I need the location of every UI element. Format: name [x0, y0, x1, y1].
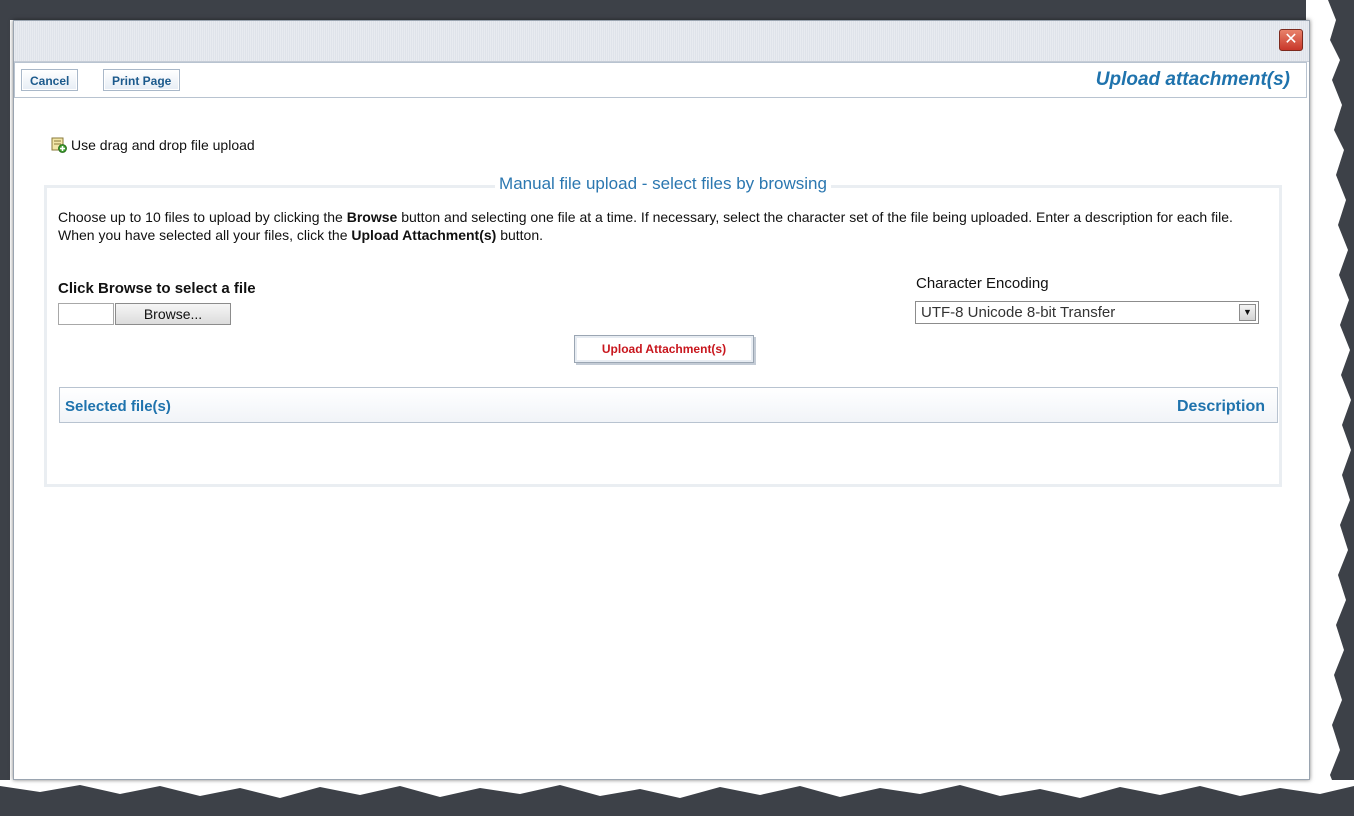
torn-edge-right	[1306, 0, 1354, 816]
background-top-strip	[0, 0, 1354, 20]
instructions-bold-browse: Browse	[346, 209, 398, 225]
dialog-titlebar: ✕	[14, 21, 1309, 62]
upload-instructions: Choose up to 10 files to upload by click…	[58, 208, 1268, 244]
character-encoding-value: UTF-8 Unicode 8-bit Transfer	[921, 304, 1116, 321]
upload-dialog: ✕ Cancel Print Page Upload attachment(s)…	[13, 20, 1310, 780]
drag-and-drop-label: Use drag and drop file upload	[71, 137, 255, 153]
selected-files-table-header: Selected file(s) Description	[59, 387, 1278, 423]
dropdown-arrow-icon[interactable]: ▼	[1239, 304, 1256, 321]
torn-edge-bottom	[0, 780, 1354, 816]
legend-text: Manual file upload - select files by bro…	[495, 174, 831, 193]
cancel-button[interactable]: Cancel	[21, 69, 79, 91]
dialog-title: Upload attachment(s)	[1095, 69, 1290, 90]
manual-upload-fieldset: Manual file upload - select files by bro…	[44, 174, 1282, 487]
character-encoding-label: Character Encoding	[916, 275, 1049, 292]
browse-label-prefix: Click	[58, 280, 99, 297]
background-left-strip	[0, 0, 10, 816]
print-page-button[interactable]: Print Page	[103, 69, 181, 91]
column-description: Description	[1176, 398, 1265, 415]
upload-attachments-button[interactable]: Upload Attachment(s)	[574, 335, 754, 363]
instructions-part-1: Choose up to 10 files to upload by click…	[58, 209, 347, 225]
drag-and-drop-link[interactable]: Use drag and drop file upload	[51, 137, 255, 157]
dialog-toolbar: Cancel Print Page Upload attachment(s)	[14, 62, 1307, 98]
screenshot-page: ✕ Cancel Print Page Upload attachment(s)…	[0, 0, 1354, 816]
browse-label: Click Browse to select a file	[58, 280, 256, 297]
close-icon: ✕	[1284, 31, 1298, 48]
browse-button[interactable]: Browse...	[115, 303, 231, 325]
character-encoding-select[interactable]: UTF-8 Unicode 8-bit Transfer ▼	[915, 301, 1259, 324]
file-path-input[interactable]	[58, 303, 114, 325]
browse-label-bold: Browse	[98, 280, 153, 297]
file-add-icon	[51, 137, 67, 153]
manual-upload-legend: Manual file upload - select files by bro…	[47, 174, 1279, 194]
browse-label-suffix: to select a file	[152, 280, 256, 297]
instructions-bold-upload: Upload Attachment(s)	[351, 227, 497, 243]
close-button[interactable]: ✕	[1279, 29, 1303, 51]
column-selected-files: Selected file(s)	[65, 398, 171, 415]
instructions-part-3: button.	[496, 227, 544, 243]
